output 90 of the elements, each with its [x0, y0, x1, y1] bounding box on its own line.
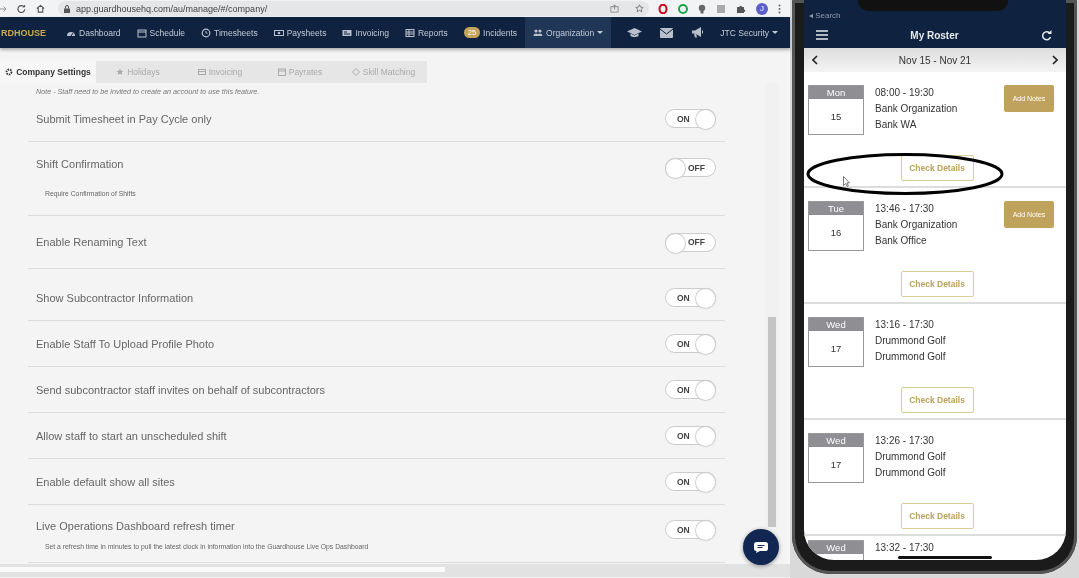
reload-icon[interactable] — [17, 4, 26, 13]
nav-item[interactable]: Invoicing — [334, 17, 397, 48]
graduation-cap-icon[interactable] — [627, 27, 643, 38]
scrollbar[interactable] — [0, 564, 790, 577]
toggle-switch[interactable]: OFF — [665, 158, 716, 177]
site-name: Drummond Golf — [875, 466, 947, 480]
site-name: Drummond Golf — [875, 350, 947, 364]
table-icon — [404, 27, 415, 38]
week-range: Nov 15 - Nov 21 — [898, 54, 972, 66]
clock-icon — [201, 27, 212, 38]
forward-arrow-icon[interactable] — [0, 4, 7, 13]
caret-icon — [597, 30, 604, 35]
organization-name: Bank Organization — [875, 102, 959, 116]
envelope-icon[interactable] — [660, 27, 674, 38]
gear-icon — [5, 68, 14, 76]
setting-label: Shift Confirmation — [36, 158, 125, 170]
toggle-switch[interactable]: OFF — [665, 232, 716, 252]
star-icon — [116, 68, 125, 76]
caret-icon — [772, 30, 778, 35]
nav-item[interactable]: Timesheets — [193, 17, 266, 48]
address-bar[interactable]: app.guardhousehq.com/au/manage/#/company/ — [58, 1, 649, 16]
kebab-menu-icon[interactable] — [778, 3, 781, 14]
home-icon[interactable] — [36, 4, 45, 13]
setting-label: Live Operations Dashboard refresh timer — [36, 520, 236, 532]
nav-item[interactable]: Dashboard — [58, 17, 129, 48]
toggle-switch[interactable]: ON — [665, 109, 716, 128]
chevron-left-icon[interactable] — [812, 55, 818, 65]
nav-item[interactable]: Organization — [525, 17, 612, 48]
shift-time: 13:16 - 17:30 — [875, 318, 935, 332]
toggle-switch[interactable]: ON — [665, 472, 716, 491]
toggle-switch[interactable]: ON — [665, 380, 716, 399]
date-number: 17 — [829, 458, 843, 472]
tab[interactable]: Company Settings — [0, 61, 96, 83]
bulb-icon[interactable] — [698, 3, 706, 14]
site-name: Bank Office — [875, 234, 928, 248]
screen-title: My Roster — [910, 29, 959, 41]
day-label: Wed — [809, 318, 863, 331]
day-label: Wed — [809, 434, 863, 447]
shift-time: 13:26 - 17:30 — [875, 434, 935, 448]
invoice-icon — [342, 27, 353, 38]
toggle-switch[interactable]: ON — [665, 426, 716, 445]
setting-label: Send subcontractor staff invites on behalf of subcontractors — [36, 383, 327, 396]
brand-logo[interactable]: RDHOUSE — [0, 17, 58, 48]
organization-name: Drummond Golf — [875, 450, 947, 464]
nav-item[interactable]: Paysheets — [265, 17, 335, 48]
toggle-switch[interactable]: ON — [665, 334, 716, 353]
chat-icon — [754, 541, 768, 553]
site-name: Bank WA — [875, 118, 918, 132]
calendar-icon — [277, 68, 286, 76]
status-text[interactable]: ◂ Search — [809, 11, 841, 20]
puzzle-icon[interactable] — [736, 3, 746, 14]
account-menu[interactable]: JTC Security — [712, 17, 790, 48]
date-number: 17 — [829, 342, 843, 356]
nav-item[interactable]: Schedule — [128, 17, 194, 48]
shift-time: 13:32 - 17:30 — [875, 541, 935, 555]
megaphone-icon[interactable] — [691, 27, 705, 38]
day-label: Tue — [809, 202, 863, 215]
setting-label: Enable Renaming Text — [36, 236, 148, 248]
people-icon — [533, 27, 544, 38]
setting-label: Submit Timesheet in Pay Cycle only — [36, 112, 213, 125]
opera-icon[interactable] — [658, 3, 668, 14]
setting-label: Allow staff to start an unscheduled shift — [36, 429, 228, 442]
date-number: 16 — [829, 226, 843, 240]
shift-time: 08:00 - 19:30 — [875, 86, 935, 100]
day-label: Wed — [809, 541, 863, 554]
share-icon[interactable] — [610, 4, 619, 13]
nav-item[interactable]: Reports — [396, 17, 456, 48]
toggle-switch[interactable]: ON — [665, 520, 716, 539]
money-icon — [273, 27, 284, 38]
day-label: Mon — [809, 86, 863, 99]
star-icon[interactable] — [635, 4, 644, 13]
setting-label: Show Subcontractor Information — [36, 291, 195, 304]
profile-avatar[interactable]: J — [756, 2, 768, 15]
organization-name: Drummond Golf — [875, 334, 947, 348]
lock-icon — [64, 4, 70, 13]
setting-label: Enable default show all sites — [36, 475, 176, 488]
chat-button[interactable] — [743, 529, 779, 565]
organization-name: Bank Organization — [875, 218, 959, 232]
refresh-icon[interactable] — [1041, 29, 1052, 41]
toggle-switch[interactable]: ON — [665, 288, 716, 307]
shift-time: 13:46 - 17:30 — [875, 202, 935, 216]
mouse-pointer-icon — [843, 176, 850, 187]
circle-extension-icon[interactable] — [678, 3, 688, 14]
card-icon — [197, 68, 206, 76]
chevron-right-icon[interactable] — [1052, 55, 1058, 65]
setting-label: Enable Staff To Upload Profile Photo — [36, 337, 216, 350]
calendar-icon — [136, 27, 147, 38]
diamond-icon — [351, 68, 360, 76]
date-number: 15 — [829, 110, 843, 124]
menu-icon[interactable] — [816, 30, 828, 40]
